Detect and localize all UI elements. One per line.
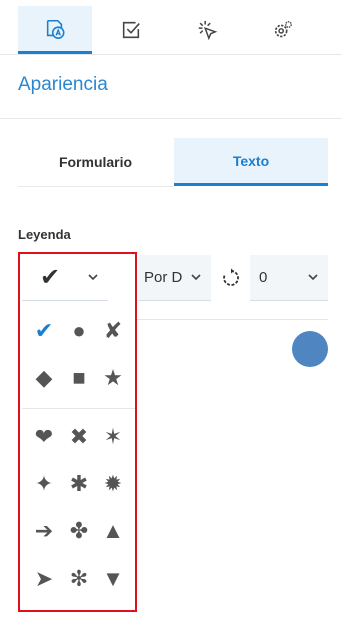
symbol-option-four-point-star[interactable]: ✦	[29, 469, 59, 499]
symbol-option-heavy-x[interactable]: ✖	[64, 422, 94, 452]
legend-rotation-select[interactable]: 0	[250, 255, 328, 301]
tab-validation[interactable]	[94, 6, 168, 54]
chevron-down-icon	[88, 274, 98, 281]
rotation-value: 0	[259, 269, 268, 286]
legend-symbol-select[interactable]: ✔	[22, 255, 108, 301]
settings-icon	[274, 21, 292, 38]
legend-label: Leyenda	[18, 227, 71, 242]
chevron-down-icon	[308, 274, 318, 281]
symbol-option-twelve-point-star[interactable]: ✹	[98, 469, 128, 499]
symbol-option-circle[interactable]: ●	[64, 316, 94, 346]
symbol-option-clover[interactable]: ✤	[64, 516, 94, 546]
position-value: Por D	[144, 269, 183, 286]
selected-symbol: ✔	[40, 264, 61, 291]
symbol-option-arrow[interactable]: ➔	[29, 516, 59, 546]
checkbox-icon	[122, 21, 140, 39]
subtab-divider	[18, 186, 174, 187]
tab-texto[interactable]: Texto	[174, 138, 328, 186]
appearance-icon	[46, 19, 65, 39]
symbol-option-star[interactable]: ★	[98, 363, 128, 393]
page-title: Apariencia	[18, 74, 108, 95]
tab-formulario[interactable]: Formulario	[18, 138, 173, 186]
row-divider	[137, 319, 328, 320]
tab-appearance[interactable]	[18, 6, 92, 54]
legend-position-select[interactable]: Por D	[139, 255, 211, 301]
symbol-option-check-mark[interactable]: ✔	[29, 316, 59, 346]
top-toolbar	[0, 0, 342, 55]
legend-color-swatch[interactable]	[292, 331, 328, 367]
symbol-option-arrowhead[interactable]: ➤	[29, 564, 59, 594]
dropdown-separator	[22, 408, 136, 409]
symbol-option-triangle-up[interactable]: ▲	[98, 516, 128, 546]
tab-settings[interactable]	[246, 6, 320, 54]
click-icon	[198, 20, 218, 41]
chevron-down-icon	[191, 274, 201, 281]
symbol-option-teardrop-asterisk[interactable]: ✻	[64, 564, 94, 594]
symbol-option-heart[interactable]: ❤	[29, 422, 59, 452]
symbol-option-asterisk[interactable]: ✱	[64, 469, 94, 499]
symbol-dropdown: ✔ ● ✘ ◆ ■ ★ ❤ ✖ ✶ ✦ ✱ ✹ ➔ ✤ ▲ ➤ ✻ ▼	[22, 302, 136, 610]
symbol-option-six-point-star[interactable]: ✶	[98, 422, 128, 452]
symbol-option-cross[interactable]: ✘	[98, 316, 128, 346]
symbol-option-diamond[interactable]: ◆	[29, 363, 59, 393]
section-divider	[0, 118, 342, 119]
rotate-icon	[223, 268, 239, 286]
tab-actions[interactable]	[170, 6, 244, 54]
symbol-option-square[interactable]: ■	[64, 363, 94, 393]
symbol-option-triangle-down[interactable]: ▼	[98, 564, 128, 594]
